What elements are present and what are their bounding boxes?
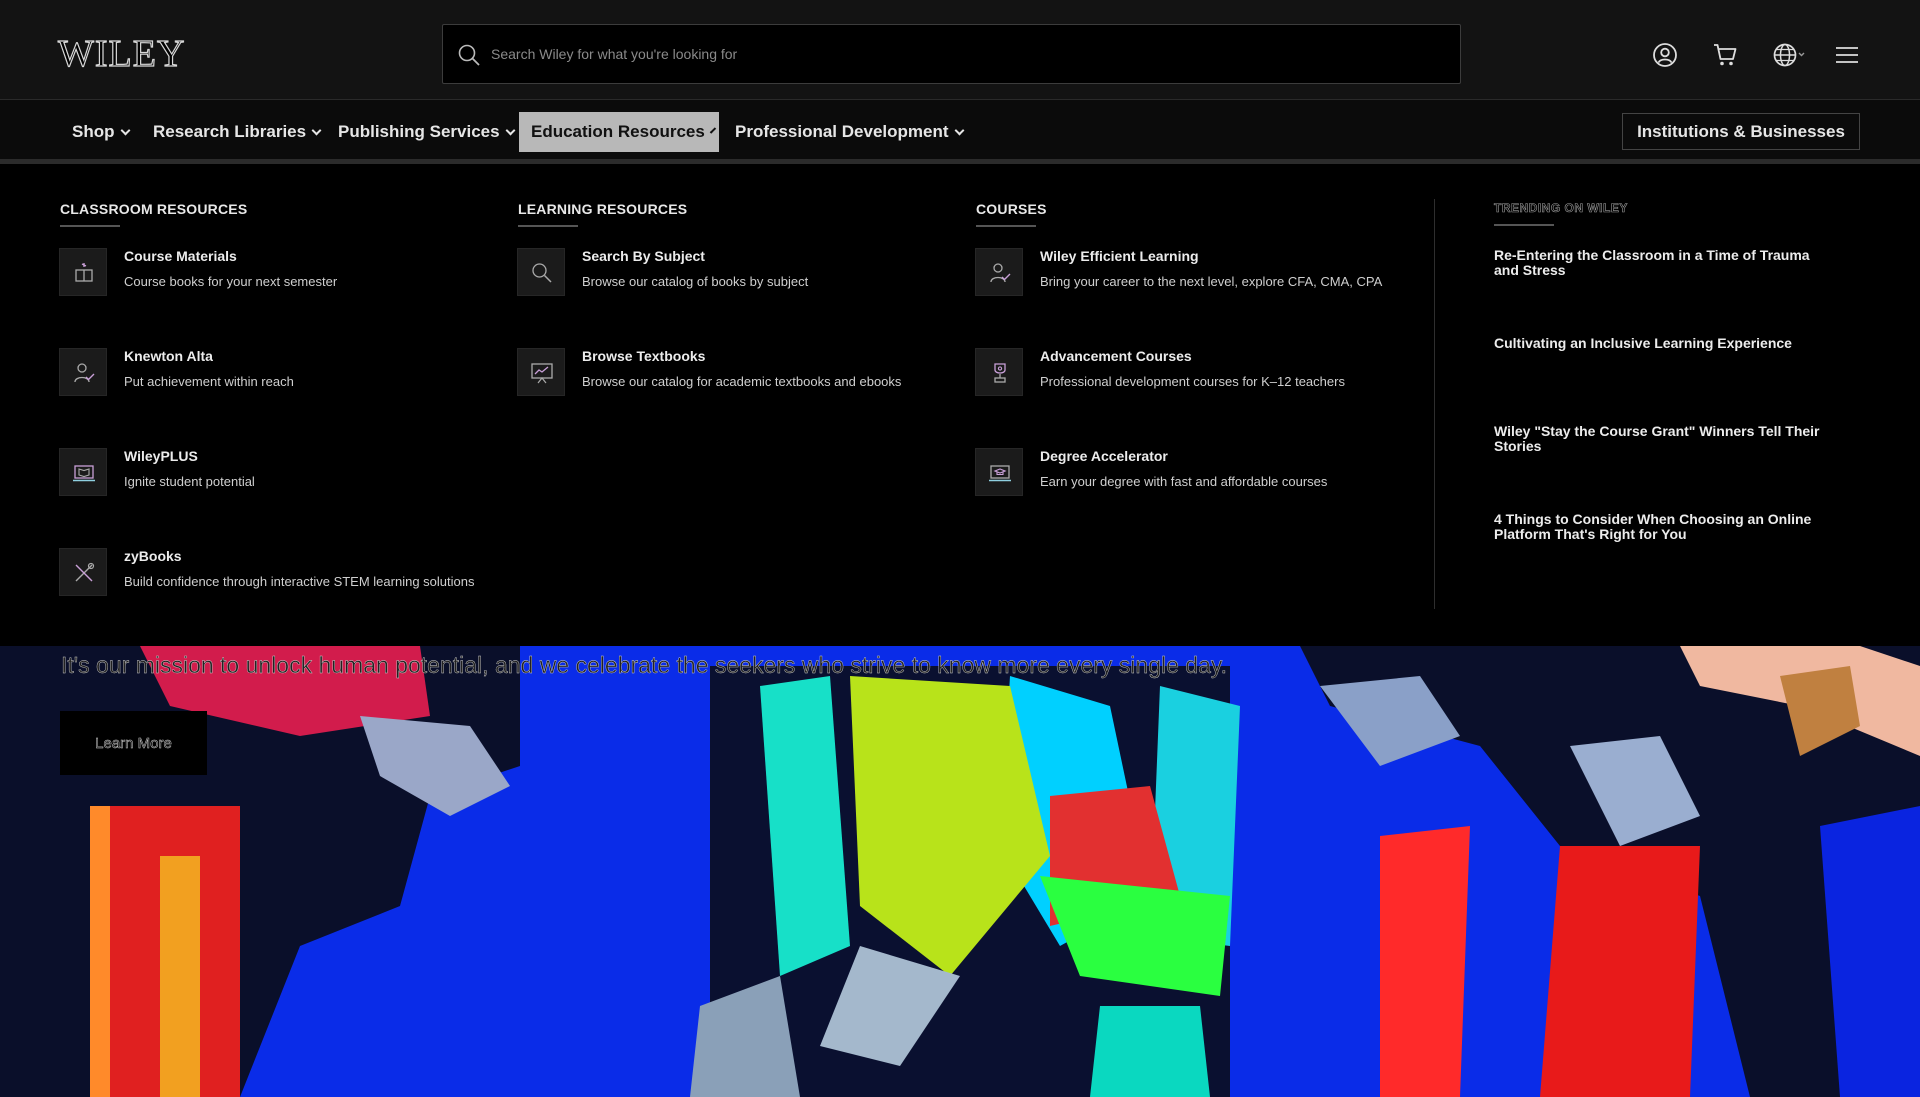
chevron-down-icon	[954, 125, 964, 135]
chevron-down-icon	[120, 125, 130, 135]
nav-label: Education Resources	[531, 122, 705, 141]
menu-item-browse-textbooks[interactable]: Browse Textbooks Browse our catalog for …	[517, 348, 957, 408]
menu-item-desc: Browse our catalog of books by subject	[582, 274, 809, 289]
course-materials-icon	[75, 263, 93, 282]
menu-item-title: Browse Textbooks	[582, 348, 706, 364]
laptop-graduation-icon	[989, 465, 1011, 482]
menu-item-desc: Earn your degree with fast and affordabl…	[1040, 474, 1328, 489]
menu-item-desc: Course books for your next semester	[124, 274, 338, 289]
trending-link[interactable]: 4 Things to Consider When Choosing an On…	[1494, 512, 1824, 542]
account-icon[interactable]	[1652, 42, 1678, 68]
menu-item-title: Degree Accelerator	[1040, 448, 1168, 464]
menu-item-course-materials[interactable]: Course Materials Course books for your n…	[59, 248, 499, 308]
hero-banner: It's our mission to unlock human potenti…	[0, 646, 1920, 1097]
menu-item-desc: Browse our catalog for academic textbook…	[582, 374, 902, 389]
learn-more-button[interactable]: Learn More	[60, 711, 207, 775]
menu-item-search-by-subject[interactable]: Search By Subject Browse our catalog of …	[517, 248, 957, 308]
menu-item-knewton-alta[interactable]: Knewton Alta Put achievement within reac…	[59, 348, 499, 408]
menu-item-title: Course Materials	[124, 248, 237, 264]
trending-link[interactable]: Wiley "Stay the Course Grant" Winners Te…	[1494, 424, 1824, 454]
globe-icon[interactable]	[1773, 42, 1809, 68]
menu-item-degree-accelerator[interactable]: Degree Accelerator Earn your degree with…	[975, 448, 1415, 508]
menu-item-desc: Build confidence through interactive STE…	[124, 574, 475, 589]
wiley-logo[interactable]: WILEY	[57, 33, 185, 74]
site-header: WILEY	[0, 0, 1920, 100]
nav-label: Shop	[72, 122, 115, 141]
menu-item-desc: Professional development courses for K–1…	[1040, 374, 1345, 389]
menu-item-title: Wiley Efficient Learning	[1040, 248, 1199, 264]
menu-item-desc: Ignite student potential	[124, 474, 255, 489]
nav-publishing-services[interactable]: Publishing Services	[326, 112, 526, 152]
menu-item-title: Advancement Courses	[1040, 348, 1192, 364]
laptop-book-icon	[73, 465, 95, 482]
nav-label: Research Libraries	[153, 122, 307, 141]
menu-item-title: Search By Subject	[582, 248, 705, 264]
trending-heading: TRENDING ON WILEY	[1494, 201, 1628, 226]
classroom-resources-heading: CLASSROOM RESOURCES	[60, 201, 248, 227]
search-box[interactable]	[442, 24, 1461, 84]
menu-item-advancement-courses[interactable]: Advancement Courses Professional develop…	[975, 348, 1415, 408]
menu-item-wileyplus[interactable]: WileyPLUS Ignite student potential	[59, 448, 499, 508]
menu-item-desc: Bring your career to the next level, exp…	[1040, 274, 1383, 289]
person-check-icon	[990, 263, 1011, 283]
chevron-down-icon	[505, 125, 516, 135]
nav-label: Professional Development	[735, 122, 949, 141]
institutions-businesses-button[interactable]: Institutions & Businesses	[1622, 113, 1860, 150]
trending-link[interactable]: Re-Entering the Classroom in a Time of T…	[1494, 248, 1824, 278]
menu-item-wiley-efficient-learning[interactable]: Wiley Efficient Learning Bring your care…	[975, 248, 1415, 308]
presentation-chart-icon	[531, 363, 553, 384]
cart-icon[interactable]	[1712, 42, 1738, 68]
menu-item-title: Knewton Alta	[124, 348, 213, 364]
nav-label: Publishing Services	[338, 122, 500, 141]
person-check-icon	[74, 363, 95, 383]
hero-tagline: It's our mission to unlock human potenti…	[61, 652, 1228, 678]
nav-shop[interactable]: Shop	[60, 112, 141, 152]
trophy-icon	[994, 363, 1006, 383]
chevron-down-icon	[709, 126, 717, 134]
education-resources-menu: CLASSROOM RESOURCES Course Materials Cou…	[0, 169, 1920, 646]
search-icon[interactable]	[457, 43, 481, 67]
nav-professional-development[interactable]: Professional Development	[723, 112, 975, 152]
menu-icon[interactable]	[1834, 42, 1860, 68]
menu-item-zybooks[interactable]: zyBooks Build confidence through interac…	[59, 548, 499, 608]
main-nav: Shop Research Libraries Publishing Servi…	[0, 100, 1920, 164]
menu-item-title: zyBooks	[124, 548, 182, 564]
hero-image	[0, 646, 1920, 1097]
search-icon	[532, 263, 552, 283]
chevron-down-icon	[311, 125, 322, 135]
search-input[interactable]	[491, 25, 1441, 83]
menu-divider	[1434, 199, 1435, 609]
menu-item-desc: Put achievement within reach	[124, 374, 294, 389]
learning-resources-heading: LEARNING RESOURCES	[518, 201, 688, 227]
trending-link[interactable]: Cultivating an Inclusive Learning Experi…	[1494, 336, 1824, 351]
menu-item-title: WileyPLUS	[124, 448, 198, 464]
tools-icon	[75, 562, 95, 582]
courses-heading: COURSES	[976, 201, 1047, 227]
nav-education-resources[interactable]: Education Resources	[519, 112, 719, 152]
nav-research-libraries[interactable]: Research Libraries	[141, 112, 332, 152]
